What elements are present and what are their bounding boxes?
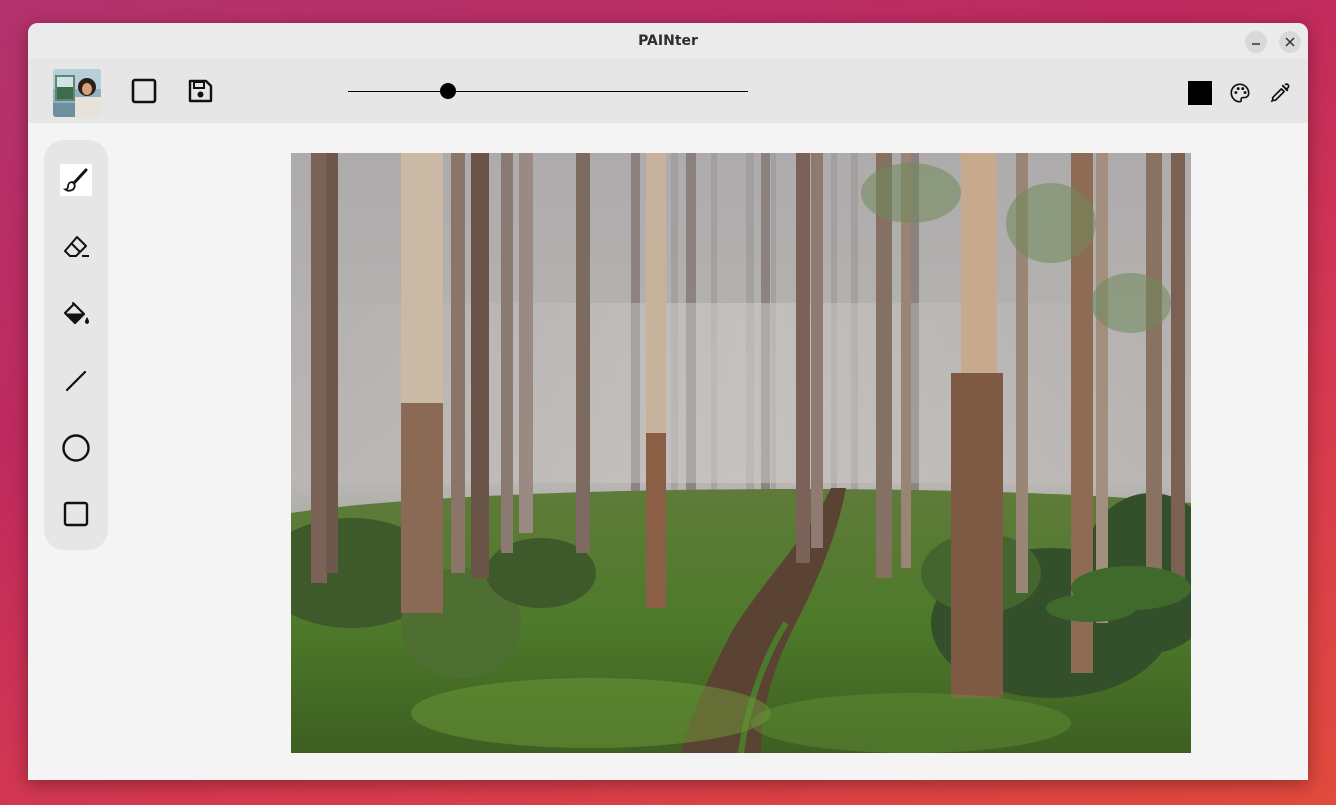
tool-panel	[44, 140, 108, 550]
rectangle-tool-button[interactable]	[60, 498, 92, 530]
square-outline-icon	[131, 78, 157, 104]
current-color-swatch[interactable]	[1188, 81, 1212, 105]
paint-bucket-icon	[63, 302, 89, 325]
paintbrush-icon	[62, 168, 88, 192]
misty-forest-photo	[291, 153, 1191, 753]
minimize-icon	[1252, 43, 1260, 45]
circle-icon	[62, 434, 90, 462]
fill-tool-button[interactable]	[60, 298, 92, 330]
close-button[interactable]	[1279, 31, 1301, 53]
line-icon	[65, 370, 87, 392]
window-title: PAINter	[638, 33, 698, 49]
eyedropper-icon	[1270, 83, 1290, 103]
brush-size-slider[interactable]	[348, 81, 748, 101]
brush-tool-button[interactable]	[60, 164, 92, 196]
save-button[interactable]	[184, 75, 216, 107]
palette-icon	[1230, 83, 1250, 103]
minimize-button[interactable]	[1245, 31, 1267, 53]
color-palette-button[interactable]	[1228, 81, 1252, 105]
eyedropper-button[interactable]	[1268, 81, 1292, 105]
close-icon	[1285, 37, 1295, 47]
line-tool-button[interactable]	[60, 365, 92, 397]
eraser-icon	[64, 236, 89, 257]
slider-track	[348, 91, 748, 92]
slider-handle[interactable]	[440, 83, 456, 99]
app-window: PAINter	[28, 23, 1308, 780]
avatar-image	[53, 69, 101, 117]
avatar[interactable]	[53, 69, 101, 117]
new-canvas-button[interactable]	[128, 75, 160, 107]
title-bar[interactable]: PAINter	[28, 23, 1308, 60]
eraser-tool-button[interactable]	[60, 231, 92, 263]
floppy-disk-icon	[188, 79, 213, 103]
ellipse-tool-button[interactable]	[60, 432, 92, 464]
top-toolbar	[28, 59, 1308, 123]
drawing-canvas[interactable]	[291, 153, 1191, 753]
rectangle-icon	[63, 501, 89, 527]
